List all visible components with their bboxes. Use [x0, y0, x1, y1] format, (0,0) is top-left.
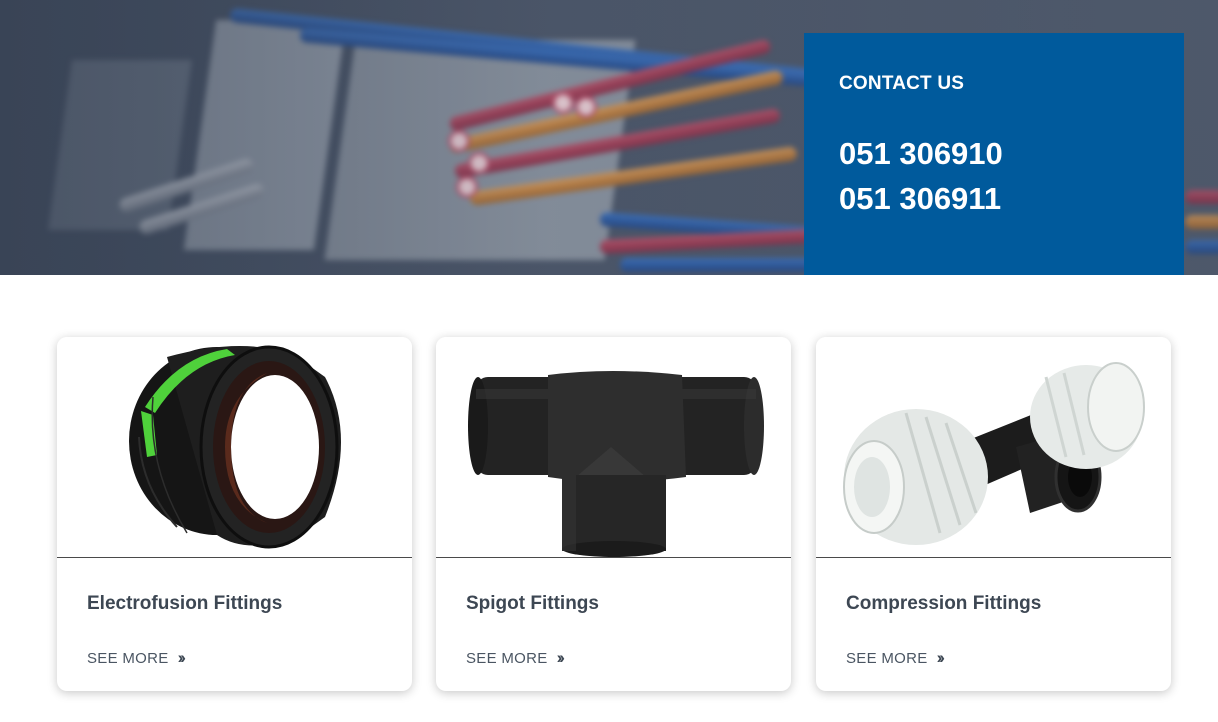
see-more-label: SEE MORE	[846, 649, 928, 667]
phone-list: 051 306910 051 306911	[839, 131, 1184, 221]
see-more-label: SEE MORE	[87, 649, 169, 667]
product-title: Compression Fittings	[846, 593, 1042, 614]
double-chevron-right-icon: ››	[936, 648, 946, 667]
phone-link-2[interactable]: 051 306911	[839, 176, 1184, 221]
double-chevron-right-icon: ››	[556, 648, 566, 667]
see-more-link[interactable]: SEE MORE ››	[466, 648, 566, 668]
compression-tee-fitting-image	[816, 337, 1171, 558]
electrofusion-fitting-image	[57, 337, 412, 558]
see-more-label: SEE MORE	[466, 649, 548, 667]
double-chevron-right-icon: ››	[177, 648, 187, 667]
product-card-compression[interactable]: Compression Fittings SEE MORE ››	[816, 337, 1171, 691]
contact-box: CONTACT US 051 306910 051 306911	[804, 33, 1184, 275]
product-card-spigot[interactable]: Spigot Fittings SEE MORE ››	[436, 337, 791, 691]
product-card-electrofusion[interactable]: Electrofusion Fittings SEE MORE ››	[57, 337, 412, 691]
spigot-tee-fitting-image	[436, 337, 791, 558]
contact-title: CONTACT US	[839, 73, 965, 94]
see-more-link[interactable]: SEE MORE ››	[846, 648, 946, 668]
see-more-link[interactable]: SEE MORE ››	[87, 648, 187, 668]
phone-link-1[interactable]: 051 306910	[839, 131, 1184, 176]
product-title: Electrofusion Fittings	[87, 593, 283, 614]
product-title: Spigot Fittings	[466, 593, 599, 614]
